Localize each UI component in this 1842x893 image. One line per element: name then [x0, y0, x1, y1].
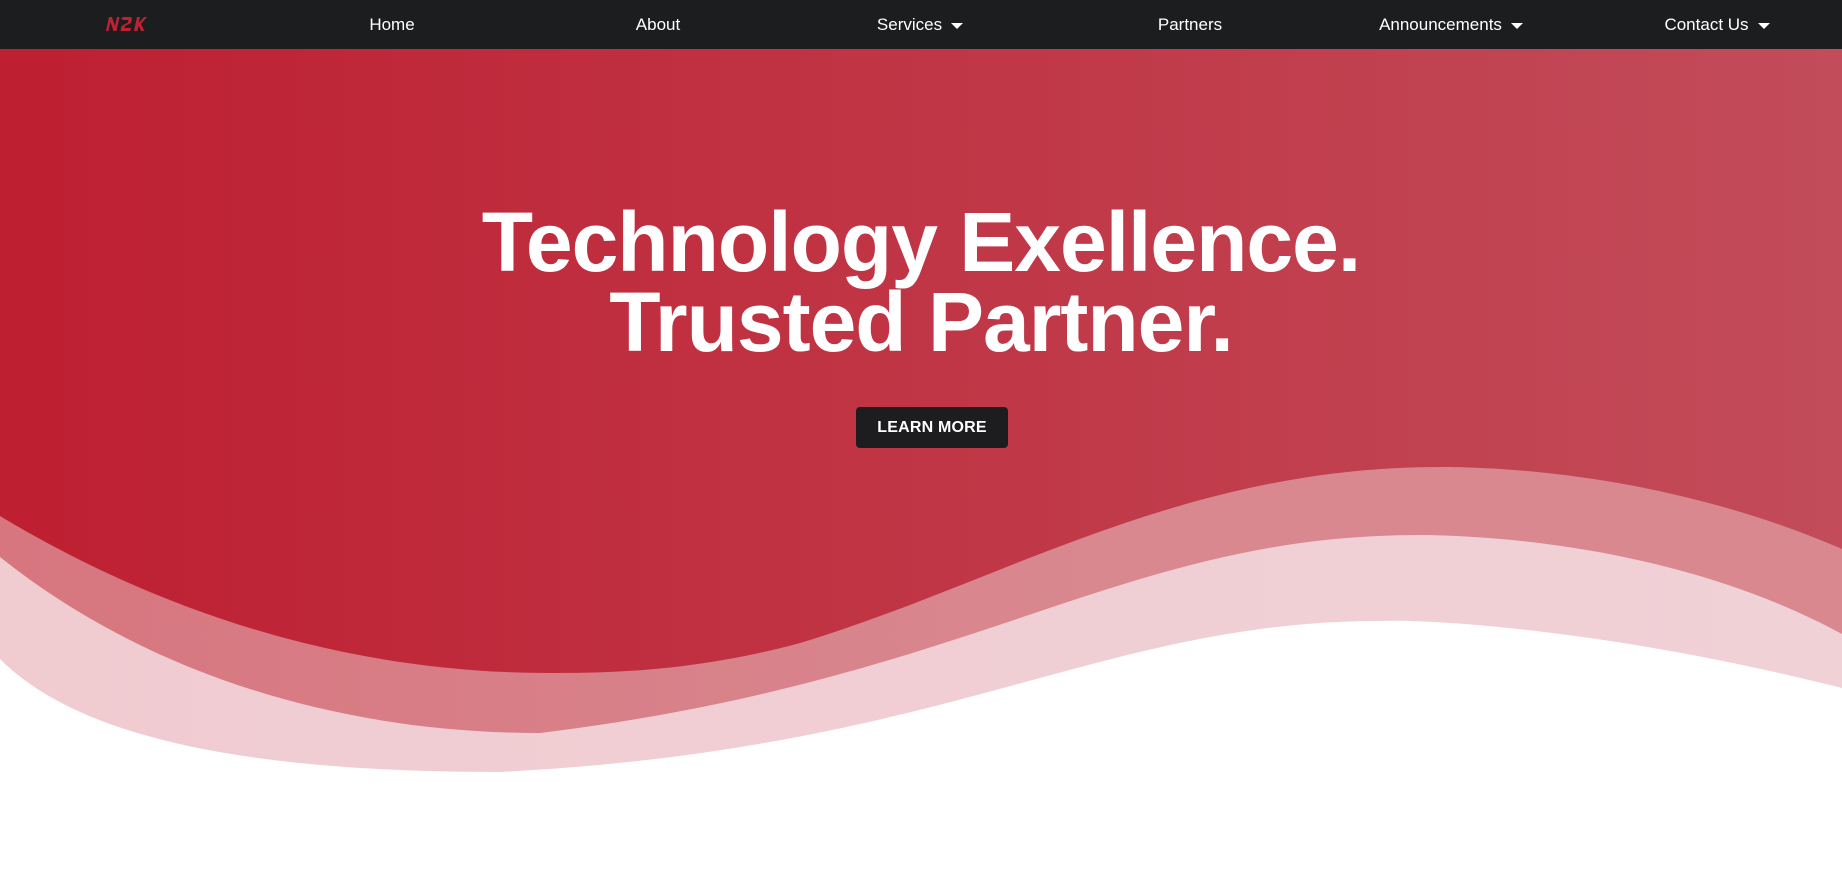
nav-item-about[interactable]: About	[628, 0, 688, 49]
hero-headline-line-2: Trusted Partner.	[609, 275, 1234, 369]
nav-item-contact-us-label: Contact Us	[1664, 14, 1749, 34]
nav-item-services-label: Services	[876, 14, 943, 34]
hero-wave-background	[0, 49, 1842, 772]
hero-headline: Technology Exellence. Trusted Partner.	[0, 195, 1842, 369]
nav-item-home[interactable]: Home	[362, 0, 422, 49]
n2k-logo[interactable]	[105, 14, 147, 34]
page: Home About Services Partners Announcemen…	[0, 0, 1842, 893]
caret-down-icon	[1510, 22, 1523, 29]
top-navbar: Home About Services Partners Announcemen…	[0, 0, 1842, 49]
caret-down-icon	[1757, 22, 1770, 29]
caret-down-icon	[951, 22, 964, 29]
hero-section: Technology Exellence. Trusted Partner. L…	[0, 49, 1842, 893]
nav-item-partners[interactable]: Partners	[1152, 0, 1228, 49]
nav-item-announcements[interactable]: Announcements	[1378, 0, 1524, 49]
learn-more-button[interactable]: LEARN MORE	[856, 407, 1008, 448]
nav-item-announcements-label: Announcements	[1379, 14, 1502, 34]
nav-item-contact-us[interactable]: Contact Us	[1662, 0, 1772, 49]
nav-item-about-label: About	[635, 14, 681, 34]
nav-item-services[interactable]: Services	[872, 0, 968, 49]
nav-item-partners-label: Partners	[1157, 14, 1223, 34]
nav-item-home-label: Home	[369, 14, 415, 34]
hero-headline-line-1: Technology Exellence.	[481, 195, 1361, 289]
